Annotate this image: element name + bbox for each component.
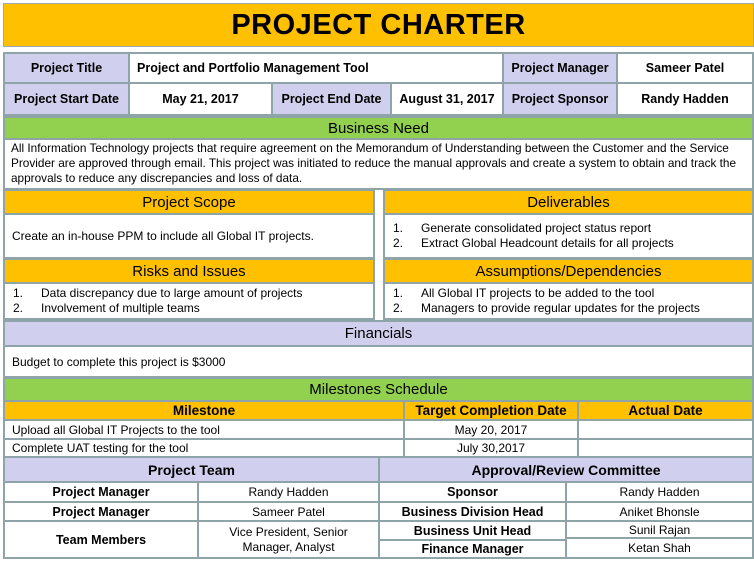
list-item: 1. Data discrepancy due to large amount o… bbox=[13, 286, 303, 300]
team-name-cell: Randy Hadden bbox=[197, 481, 380, 503]
actual-date-cell bbox=[577, 419, 754, 440]
actual-date-column-header: Actual Date bbox=[577, 400, 754, 421]
milestone-column-header: Milestone bbox=[3, 400, 405, 421]
page-title: PROJECT CHARTER bbox=[3, 3, 754, 47]
committee-role-cell: Business Division Head bbox=[378, 501, 567, 522]
committee-name-cell: Ketan Shah bbox=[565, 537, 754, 559]
milestones-header: Milestones Schedule bbox=[3, 377, 754, 402]
team-name-cell: Vice President, Senior Manager, Analyst bbox=[197, 520, 380, 559]
approval-committee-header: Approval/Review Committee bbox=[378, 456, 754, 483]
business-need-text: All Information Technology projects that… bbox=[3, 138, 754, 190]
start-date-label: Project Start Date bbox=[3, 82, 130, 116]
deliverables-list: 1. Generate consolidated project status r… bbox=[383, 213, 754, 259]
team-role-cell: Project Manager bbox=[3, 481, 199, 503]
list-item: 2. Extract Global Headcount details for a… bbox=[393, 236, 674, 250]
committee-name-cell: Aniket Bhonsle bbox=[565, 501, 754, 522]
team-name-cell: Sameer Patel bbox=[197, 501, 380, 522]
start-date-value: May 21, 2017 bbox=[128, 82, 273, 116]
risks-header: Risks and Issues bbox=[3, 258, 375, 284]
assumptions-header: Assumptions/Dependencies bbox=[383, 258, 754, 284]
project-manager-label: Project Manager bbox=[502, 52, 618, 84]
milestone-cell: Upload all Global IT Projects to the too… bbox=[3, 419, 405, 440]
committee-role-cell: Sponsor bbox=[378, 481, 567, 503]
deliverables-header: Deliverables bbox=[383, 189, 754, 215]
sponsor-label: Project Sponsor bbox=[502, 82, 618, 116]
committee-name-cell: Randy Hadden bbox=[565, 481, 754, 503]
end-date-label: Project End Date bbox=[271, 82, 392, 116]
list-item: 2. Involvement of multiple teams bbox=[13, 301, 200, 315]
project-manager-value: Sameer Patel bbox=[616, 52, 754, 84]
project-scope-text: Create an in-house PPM to include all Gl… bbox=[3, 213, 375, 259]
project-title-value: Project and Portfolio Management Tool bbox=[128, 52, 504, 84]
actual-date-cell bbox=[577, 438, 754, 458]
list-item: 2. Managers to provide regular updates fo… bbox=[393, 301, 700, 315]
committee-role-cell: Finance Manager bbox=[378, 539, 567, 559]
project-team-header: Project Team bbox=[3, 456, 380, 483]
list-item: 1. Generate consolidated project status r… bbox=[393, 221, 652, 235]
business-need-header: Business Need bbox=[3, 116, 754, 140]
financials-header: Financials bbox=[3, 320, 754, 347]
team-role-cell: Team Members bbox=[3, 520, 199, 559]
sponsor-value: Randy Hadden bbox=[616, 82, 754, 116]
target-date-cell: May 20, 2017 bbox=[403, 419, 579, 440]
risks-list: 1. Data discrepancy due to large amount o… bbox=[3, 282, 375, 320]
target-date-cell: July 30,2017 bbox=[403, 438, 579, 458]
milestone-cell: Complete UAT testing for the tool bbox=[3, 438, 405, 458]
financials-text: Budget to complete this project is $3000 bbox=[3, 345, 754, 378]
project-title-label: Project Title bbox=[3, 52, 130, 84]
team-role-cell: Project Manager bbox=[3, 501, 199, 522]
project-scope-header: Project Scope bbox=[3, 189, 375, 215]
list-item: 1. All Global IT projects to be added to … bbox=[393, 286, 655, 300]
end-date-value: August 31, 2017 bbox=[390, 82, 504, 116]
committee-role-cell: Business Unit Head bbox=[378, 520, 567, 541]
assumptions-list: 1. All Global IT projects to be added to … bbox=[383, 282, 754, 320]
target-date-column-header: Target Completion Date bbox=[403, 400, 579, 421]
